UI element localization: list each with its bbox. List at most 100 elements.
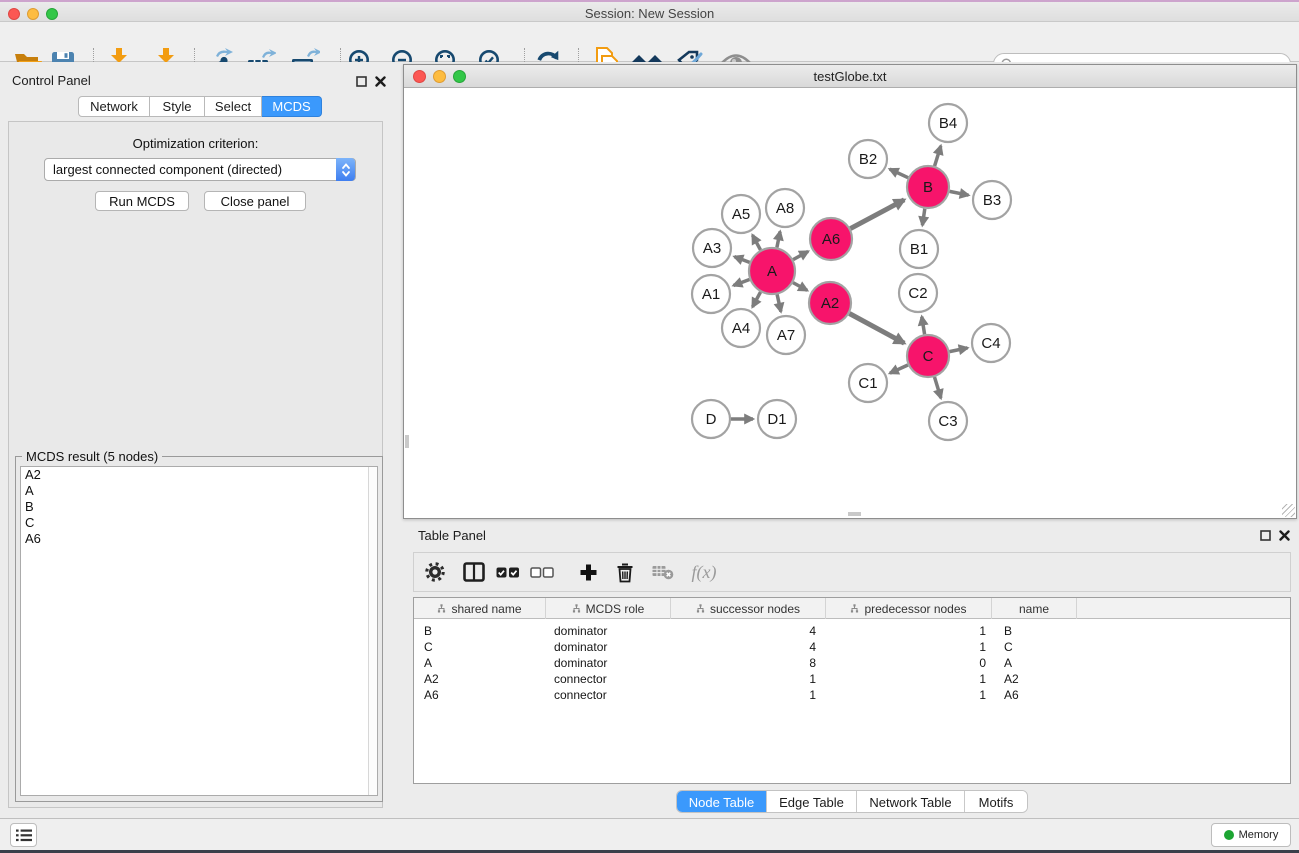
trash-icon — [616, 562, 634, 583]
list-scrollbar[interactable] — [368, 467, 377, 795]
delete-table-button[interactable] — [647, 553, 679, 591]
node-A4[interactable]: A4 — [722, 309, 760, 347]
node-A2[interactable]: A2 — [809, 282, 851, 324]
table-cell: 1 — [671, 687, 826, 703]
tab-network-table[interactable]: Network Table — [857, 791, 965, 813]
edge-A-A5[interactable] — [753, 235, 761, 250]
tab-motifs[interactable]: Motifs — [965, 791, 1027, 813]
table-header-row: shared nameMCDS rolesuccessor nodesprede… — [414, 598, 1290, 619]
node-B[interactable]: B — [907, 166, 949, 208]
float-panel-icon[interactable] — [355, 75, 368, 88]
edge-A-A1[interactable] — [734, 280, 750, 286]
node-table[interactable]: shared nameMCDS rolesuccessor nodesprede… — [413, 597, 1291, 784]
node-A8[interactable]: A8 — [766, 189, 804, 227]
mcds-result-item[interactable]: A2 — [21, 467, 377, 483]
table-cell: connector — [546, 687, 671, 703]
mcds-result-item[interactable]: C — [21, 515, 377, 531]
network-window-titlebar[interactable]: testGlobe.txt — [404, 65, 1296, 88]
deselect-all-button[interactable] — [526, 553, 558, 591]
edge-A-A2[interactable] — [793, 283, 807, 291]
node-B4[interactable]: B4 — [929, 104, 967, 142]
edge-B-B2[interactable] — [890, 169, 908, 178]
tab-edge-table[interactable]: Edge Table — [767, 791, 857, 813]
tab-select[interactable]: Select — [205, 96, 262, 117]
table-row[interactable]: Bdominator41B — [414, 623, 1290, 639]
edge-A-A7[interactable] — [777, 294, 781, 311]
node-C[interactable]: C — [907, 335, 949, 377]
node-A5[interactable]: A5 — [722, 195, 760, 233]
node-C1[interactable]: C1 — [849, 364, 887, 402]
delete-column-button[interactable] — [609, 553, 641, 591]
sort-tree-icon — [696, 604, 705, 613]
mcds-result-item[interactable]: A — [21, 483, 377, 499]
tab-network[interactable]: Network — [78, 96, 150, 117]
edge-A-A3[interactable] — [734, 257, 749, 263]
column-header-MCDS-role[interactable]: MCDS role — [546, 598, 671, 619]
node-A1[interactable]: A1 — [692, 275, 730, 313]
network-canvas[interactable]: A A2 A6 B C A1 A3 A4 A5 A7 A8 B1 B2 B3 B4 C1 C2 C3 C4 D D1 — [404, 89, 1296, 518]
edge-A6-B[interactable] — [850, 200, 904, 229]
edge-C-C3[interactable] — [935, 377, 941, 398]
edge-C-C1[interactable] — [890, 365, 908, 373]
memory-button[interactable]: Memory — [1211, 823, 1291, 847]
tab-node-table[interactable]: Node Table — [677, 791, 767, 813]
gear-button[interactable] — [419, 553, 451, 591]
add-column-button[interactable] — [572, 553, 604, 591]
table-row[interactable]: Adominator80A — [414, 655, 1290, 671]
tab-mcds[interactable]: MCDS — [262, 96, 322, 117]
column-header-name[interactable]: name — [992, 598, 1077, 619]
split-columns-button[interactable] — [458, 553, 490, 591]
select-all-button[interactable] — [492, 553, 524, 591]
column-header-successor-nodes[interactable]: successor nodes — [671, 598, 826, 619]
task-history-button[interactable] — [10, 823, 37, 847]
edge-A2-C[interactable] — [849, 314, 904, 344]
node-D[interactable]: D — [692, 400, 730, 438]
node-C4[interactable]: C4 — [972, 324, 1010, 362]
column-header-predecessor-nodes[interactable]: predecessor nodes — [826, 598, 992, 619]
svg-text:C3: C3 — [938, 413, 957, 430]
edge-B-B1[interactable] — [922, 209, 924, 225]
node-C2[interactable]: C2 — [899, 274, 937, 312]
column-header-shared-name[interactable]: shared name — [414, 598, 546, 619]
svg-text:A7: A7 — [777, 327, 795, 344]
run-mcds-button[interactable]: Run MCDS — [95, 191, 189, 211]
node-B2[interactable]: B2 — [849, 140, 887, 178]
table-row[interactable]: A2connector11A2 — [414, 671, 1290, 687]
function-builder-button[interactable]: f(x) — [682, 553, 726, 591]
node-B1[interactable]: B1 — [900, 230, 938, 268]
mcds-result-item[interactable]: B — [21, 499, 377, 515]
resize-handle[interactable] — [1282, 504, 1295, 517]
table-cell: dominator — [546, 655, 671, 671]
table-cell: connector — [546, 671, 671, 687]
node-A6[interactable]: A6 — [810, 218, 852, 260]
edge-A-A6[interactable] — [793, 251, 808, 259]
edge-A-A8[interactable] — [777, 232, 780, 248]
close-table-panel-icon[interactable] — [1278, 529, 1291, 542]
mcds-result-list[interactable]: A2ABCA6 — [20, 466, 378, 796]
node-A[interactable]: A — [749, 248, 795, 294]
close-panel-icon[interactable] — [374, 75, 387, 88]
horizontal-scroll-nub[interactable] — [848, 512, 861, 516]
criterion-select[interactable]: largest connected component (directed) — [44, 158, 356, 181]
close-panel-button[interactable]: Close panel — [204, 191, 306, 211]
node-A7[interactable]: A7 — [767, 316, 805, 354]
edge-C-C4[interactable] — [950, 348, 968, 352]
node-D1[interactable]: D1 — [758, 400, 796, 438]
table-row[interactable]: Cdominator41C — [414, 639, 1290, 655]
node-A3[interactable]: A3 — [693, 229, 731, 267]
edge-B-B4[interactable] — [935, 146, 941, 166]
mcds-result-item[interactable]: A6 — [21, 531, 377, 547]
edge-B-B3[interactable] — [950, 191, 969, 195]
edge-C-C2[interactable] — [922, 317, 925, 335]
vertical-scroll-nub[interactable] — [405, 435, 409, 448]
table-row[interactable]: A6connector11A6 — [414, 687, 1290, 703]
sort-tree-icon — [850, 604, 859, 613]
float-table-panel-icon[interactable] — [1259, 529, 1272, 542]
node-C3[interactable]: C3 — [929, 402, 967, 440]
tab-style[interactable]: Style — [150, 96, 205, 117]
sort-tree-icon — [572, 604, 581, 613]
node-B3[interactable]: B3 — [973, 181, 1011, 219]
session-title: Session: New Session — [0, 6, 1299, 21]
edge-A-A4[interactable] — [753, 292, 761, 307]
select-stepper-icon — [336, 158, 355, 181]
